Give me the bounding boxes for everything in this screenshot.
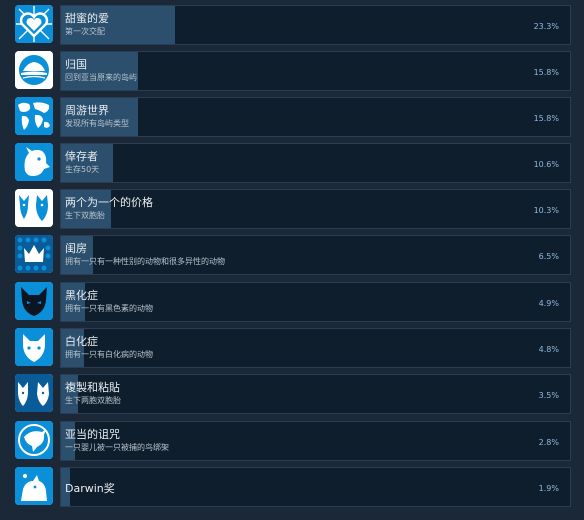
achievement-row[interactable]: 两个为一个的价格 生下双胞胎 10.3%: [13, 188, 571, 229]
achievement-title: 亚当的诅咒: [65, 428, 120, 441]
achievement-title: 闺房: [65, 242, 87, 255]
progress-bar: 倖存者 生存50天 10.6%: [60, 143, 571, 183]
unlock-percent: 10.6%: [533, 160, 559, 169]
achievement-description: 一只婴儿被一只被捕的鸟绑架: [65, 443, 169, 452]
achievement-title: 归国: [65, 58, 87, 71]
achievement-row[interactable]: Darwin奖 1.9%: [13, 466, 571, 507]
unlock-percent: 23.3%: [533, 22, 559, 31]
achievement-row[interactable]: 归国 回到亚当原来的岛屿 15.8%: [13, 50, 571, 91]
unlock-percent: 2.8%: [538, 438, 559, 447]
achievement-description: 拥有一只有白化病的动物: [65, 350, 153, 359]
darwin-creature-icon: [15, 467, 53, 505]
progress-bar: 归国 回到亚当原来的岛屿 15.8%: [60, 51, 571, 91]
achievement-list: 甜蜜的爱 第一次交配 23.3% 归国 回到亚当原来的岛屿 15.8% 周游世界…: [0, 0, 584, 520]
achievement-description: 发现所有岛屿类型: [65, 119, 129, 128]
achievement-description: 拥有一只有黑色素的动物: [65, 304, 153, 313]
crown-icon: [15, 235, 53, 273]
achievement-title: 白化症: [65, 335, 98, 348]
achievement-row[interactable]: 亚当的诅咒 一只婴儿被一只被捕的鸟绑架 2.8%: [13, 420, 571, 461]
twin-creatures-icon: [15, 189, 53, 227]
achievement-description: 第一次交配: [65, 27, 105, 36]
achievement-title: 甜蜜的爱: [65, 12, 109, 25]
unlock-percent: 4.8%: [538, 345, 559, 354]
progress-bar: 複製和粘貼 生下两胞双胞胎 3.5%: [60, 374, 571, 414]
progress-bar: 两个为一个的价格 生下双胞胎 10.3%: [60, 189, 571, 229]
achievement-row[interactable]: 白化症 拥有一只有白化病的动物 4.8%: [13, 327, 571, 368]
progress-bar: 周游世界 发现所有岛屿类型 15.8%: [60, 97, 571, 137]
heart-icon: [15, 5, 53, 43]
achievement-description: 回到亚当原来的岛屿: [65, 73, 137, 82]
achievement-description: 生下双胞胎: [65, 211, 105, 220]
achievement-description: 生下两胞双胞胎: [65, 396, 121, 405]
achievement-description: 拥有一只有一种性别的动物和很多异性的动物: [65, 257, 225, 266]
progress-bar: 亚当的诅咒 一只婴儿被一只被捕的鸟绑架 2.8%: [60, 421, 571, 461]
achievement-title: Darwin奖: [65, 482, 115, 495]
unlock-percent: 10.3%: [533, 206, 559, 215]
unlock-percent: 15.8%: [533, 114, 559, 123]
white-creature-icon: [15, 328, 53, 366]
achievement-row[interactable]: 複製和粘貼 生下两胞双胞胎 3.5%: [13, 373, 571, 414]
progress-bar: 甜蜜的爱 第一次交配 23.3%: [60, 5, 571, 45]
unlock-percent: 6.5%: [538, 252, 559, 261]
achievement-row[interactable]: 倖存者 生存50天 10.6%: [13, 142, 571, 183]
achievement-title: 倖存者: [65, 150, 98, 163]
achievement-row[interactable]: 周游世界 发现所有岛屿类型 15.8%: [13, 96, 571, 137]
clone-creatures-icon: [15, 374, 53, 412]
achievement-row[interactable]: 闺房 拥有一只有一种性别的动物和很多异性的动物 6.5%: [13, 234, 571, 275]
unlock-percent: 1.9%: [538, 484, 559, 493]
achievement-title: 周游世界: [65, 104, 109, 117]
unlock-percent: 4.9%: [538, 299, 559, 308]
achievement-description: 生存50天: [65, 165, 100, 174]
world-map-icon: [15, 97, 53, 135]
bird-claw-icon: [15, 421, 53, 459]
achievement-row[interactable]: 甜蜜的爱 第一次交配 23.3%: [13, 4, 571, 45]
progress-bar: 黑化症 拥有一只有黑色素的动物 4.9%: [60, 282, 571, 322]
achievement-title: 两个为一个的价格: [65, 196, 153, 209]
achievement-row[interactable]: 黑化症 拥有一只有黑色素的动物 4.9%: [13, 281, 571, 322]
progress-bar: 闺房 拥有一只有一种性别的动物和很多异性的动物 6.5%: [60, 235, 571, 275]
progress-bar: Darwin奖 1.9%: [60, 467, 571, 507]
unlock-percent: 15.8%: [533, 68, 559, 77]
creature-head-icon: [15, 143, 53, 181]
unlock-percent: 3.5%: [538, 391, 559, 400]
progress-bar: 白化症 拥有一只有白化病的动物 4.8%: [60, 328, 571, 368]
black-creature-icon: [15, 282, 53, 320]
achievement-title: 複製和粘貼: [65, 381, 120, 394]
achievement-title: 黑化症: [65, 289, 98, 302]
island-icon: [15, 51, 53, 89]
